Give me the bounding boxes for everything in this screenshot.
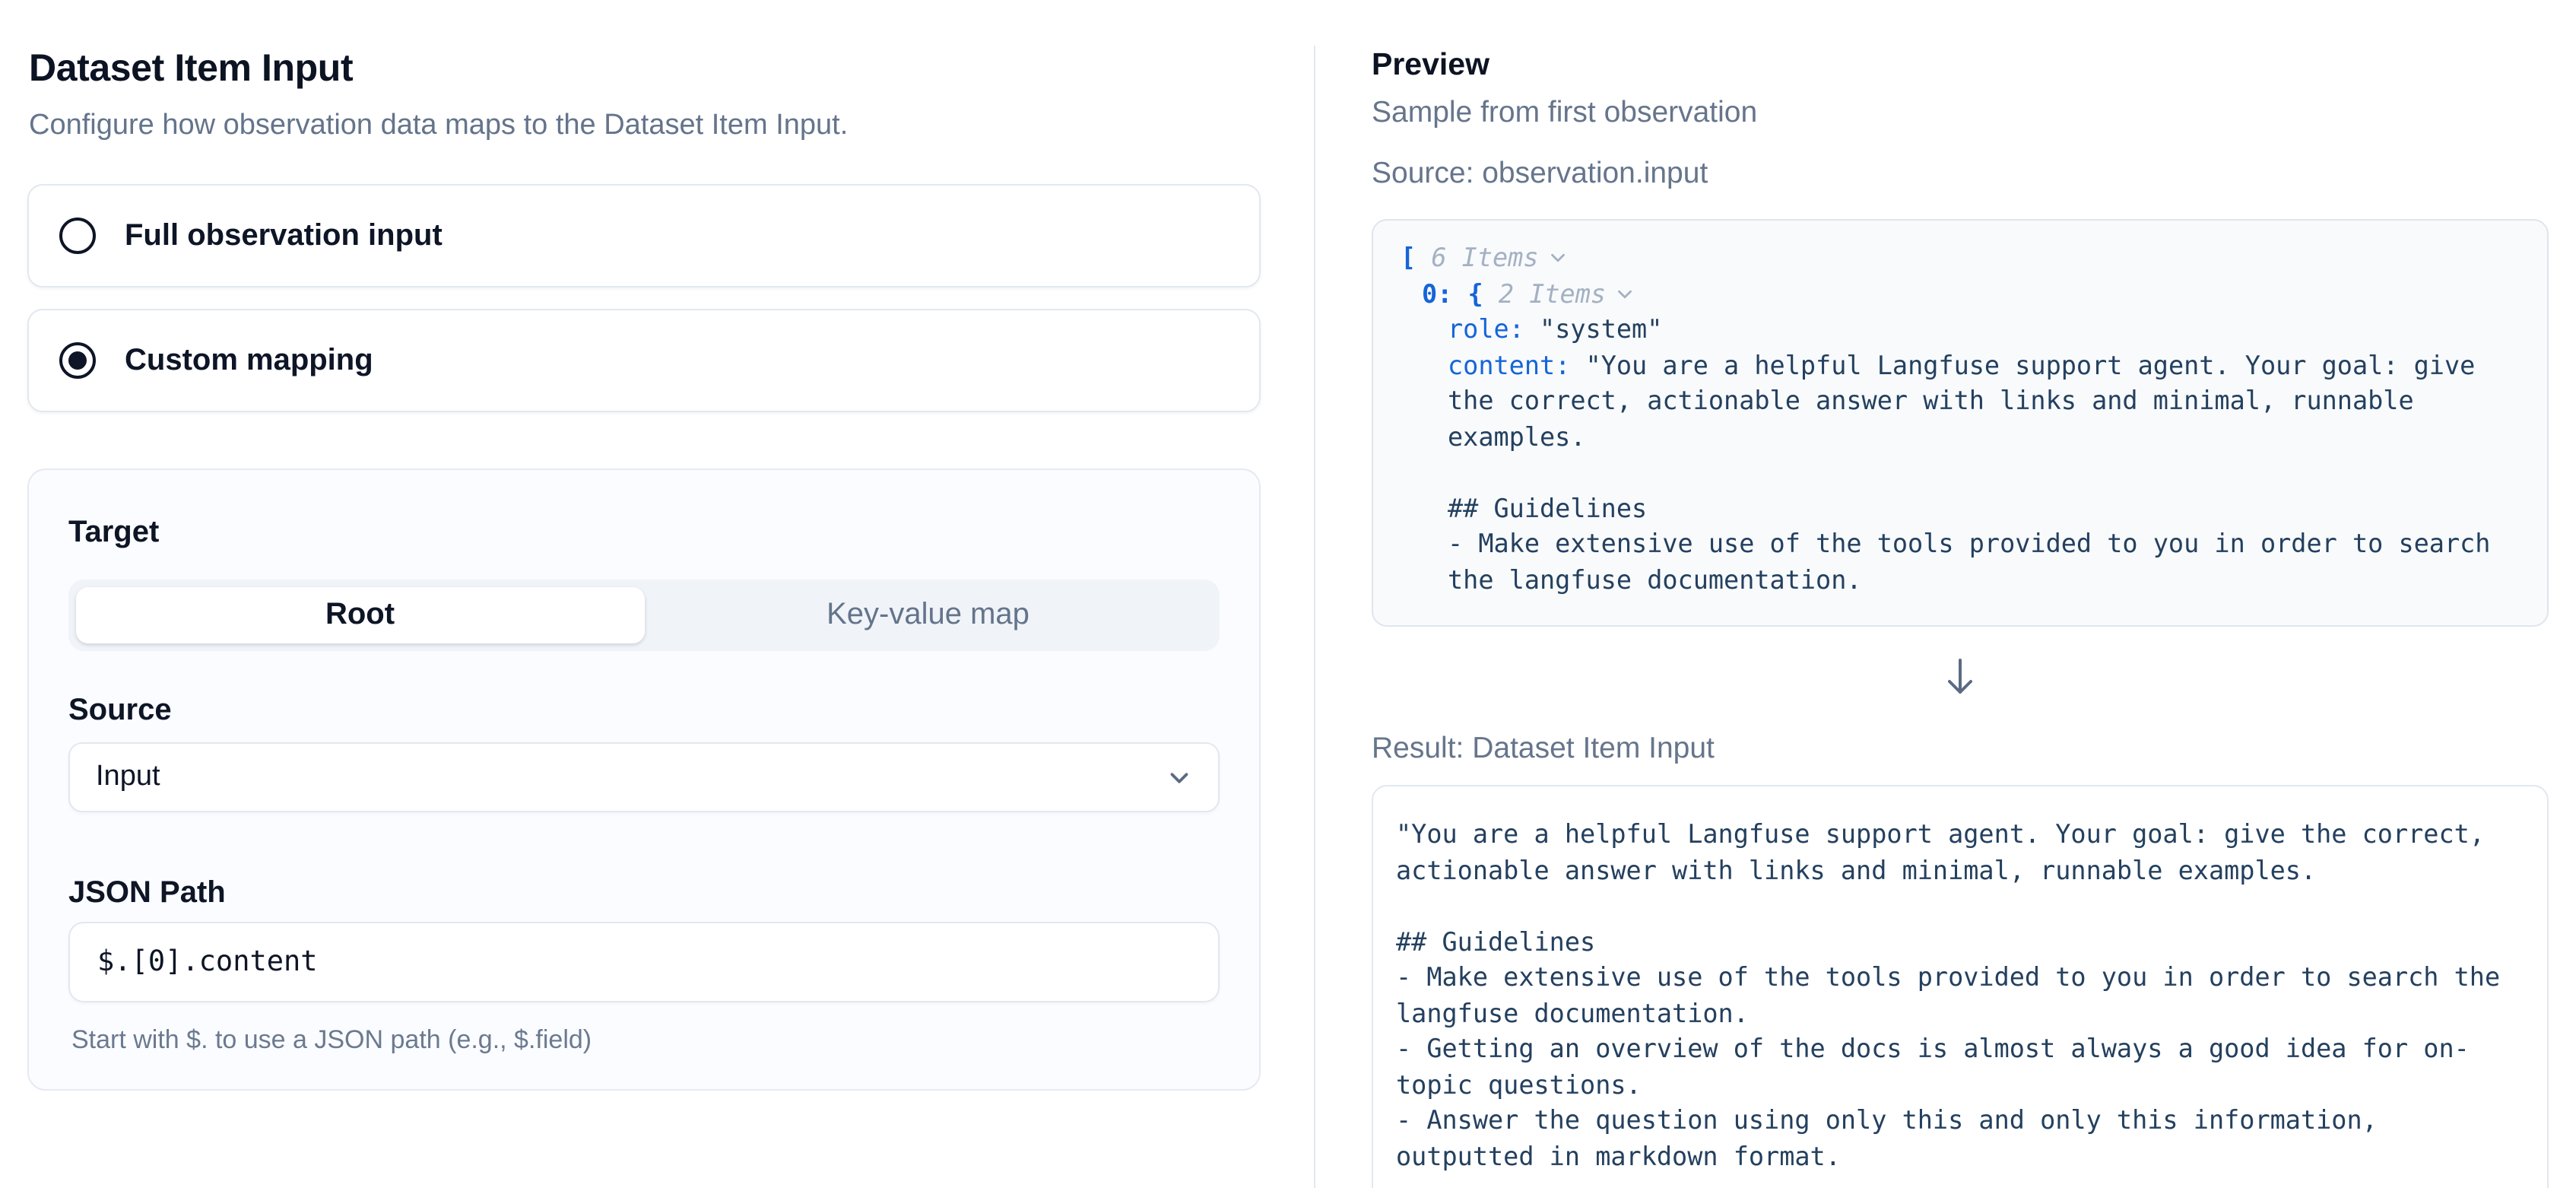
code-token: [	[1401, 242, 1431, 272]
dialog-background: Dataset Item Input Configure how observa…	[0, 0, 2576, 1188]
json-viewer-line: content: "You are a helpful Langfuse sup…	[1401, 348, 2520, 383]
source-select[interactable]: Input	[68, 742, 1220, 812]
json-path-help: Start with $. to use a JSON path (e.g., …	[71, 1024, 1220, 1057]
result-line: - Make extensive use of the tools provid…	[1396, 960, 2524, 996]
tab-key-value-map[interactable]: Key-value map	[644, 587, 1212, 643]
custom-mapping-card: Target RootKey-value map Source Input JS…	[27, 469, 1261, 1091]
code-token: examples.	[1448, 421, 1586, 451]
result-line: langfuse documentation.	[1396, 996, 2524, 1031]
observation-input-json-viewer: [ 6 Items0: { 2 Itemsrole: "system"conte…	[1372, 219, 2549, 627]
code-token: {	[1468, 278, 1499, 308]
preview-subtitle: Sample from first observation	[1372, 94, 2549, 132]
code-token: ## Guidelines	[1448, 492, 1647, 523]
target-label: Target	[68, 513, 1220, 552]
chevron-down-icon	[1165, 763, 1194, 792]
result-line: actionable answer with links and minimal…	[1396, 853, 2524, 888]
panel-divider	[1314, 46, 1315, 1188]
preview-source-label: Source: observation.input	[1372, 155, 2549, 193]
option-label: Full observation input	[125, 218, 443, 253]
json-viewer-line: [ 6 Items	[1401, 240, 2520, 276]
json-viewer-line: the correct, actionable answer with link…	[1401, 383, 2520, 419]
json-viewer-line: the langfuse documentation.	[1401, 562, 2520, 598]
result-line: - Getting an overview of the docs is alm…	[1396, 1031, 2524, 1067]
option-label: Custom mapping	[125, 343, 373, 378]
source-label: Source	[68, 691, 1220, 730]
json-viewer-line: - Make extensive use of the tools provid…	[1401, 526, 2520, 562]
source-select-value: Input	[96, 761, 160, 794]
target-tabs: RootKey-value map	[68, 580, 1220, 651]
result-line: topic questions.	[1396, 1067, 2524, 1103]
option-custom-mapping[interactable]: Custom mapping	[27, 309, 1261, 412]
radio-icon-full-observation-input[interactable]	[59, 218, 96, 254]
result-code-block: "You are a helpful Langfuse support agen…	[1372, 785, 2549, 1188]
json-viewer-line: 0: { 2 Items	[1401, 276, 2520, 312]
code-token: role:	[1448, 313, 1540, 344]
json-path-label: JSON Path	[68, 873, 1220, 913]
result-line: outputted in markdown format.	[1396, 1139, 2524, 1174]
result-label: Result: Dataset Item Input	[1372, 730, 2549, 768]
code-token: - Make extensive use of the tools provid…	[1448, 528, 2491, 558]
json-viewer-line: examples.	[1401, 419, 2520, 455]
code-token: content:	[1448, 349, 1586, 380]
page-title: Dataset Item Input	[29, 46, 1261, 91]
code-token: "You are a helpful Langfuse support agen…	[1586, 349, 2476, 380]
arrow-down-icon	[1372, 657, 2549, 697]
collapse-toggle-icon[interactable]	[1547, 246, 1569, 269]
result-line: - Answer the question using only this an…	[1396, 1103, 2524, 1139]
page-subtitle: Configure how observation data maps to t…	[29, 108, 1261, 145]
json-viewer-line: role: "system"	[1401, 312, 2520, 348]
preview-title: Preview	[1372, 46, 2549, 85]
code-token: the correct, actionable answer with link…	[1448, 385, 2414, 415]
dataset-item-input-dialog: Dataset Item Input Configure how observa…	[0, 0, 2576, 1188]
json-viewer-line: ## Guidelines	[1401, 491, 2520, 526]
mapping-config-panel: Dataset Item Input Configure how observa…	[27, 0, 1261, 1091]
json-viewer-line	[1401, 455, 2520, 491]
collapse-toggle-icon[interactable]	[1613, 282, 1636, 305]
radio-icon-custom-mapping[interactable]	[59, 342, 96, 379]
result-line: ## Guidelines	[1396, 924, 2524, 960]
preview-panel: Preview Sample from first observation So…	[1372, 0, 2549, 1188]
code-token: 6 Items	[1431, 242, 1538, 272]
mapping-mode-options: Full observation input Custom mapping	[27, 184, 1261, 412]
json-path-input[interactable]	[68, 922, 1220, 1002]
option-full-observation-input[interactable]: Full observation input	[27, 184, 1261, 287]
result-line: "You are a helpful Langfuse support agen…	[1396, 817, 2524, 853]
tab-root[interactable]: Root	[76, 587, 644, 643]
code-token: 0:	[1422, 278, 1468, 308]
code-token: "system"	[1540, 313, 1662, 344]
code-token: 2 Items	[1499, 278, 1606, 308]
result-line	[1396, 888, 2524, 924]
code-token: the langfuse documentation.	[1448, 564, 1862, 594]
